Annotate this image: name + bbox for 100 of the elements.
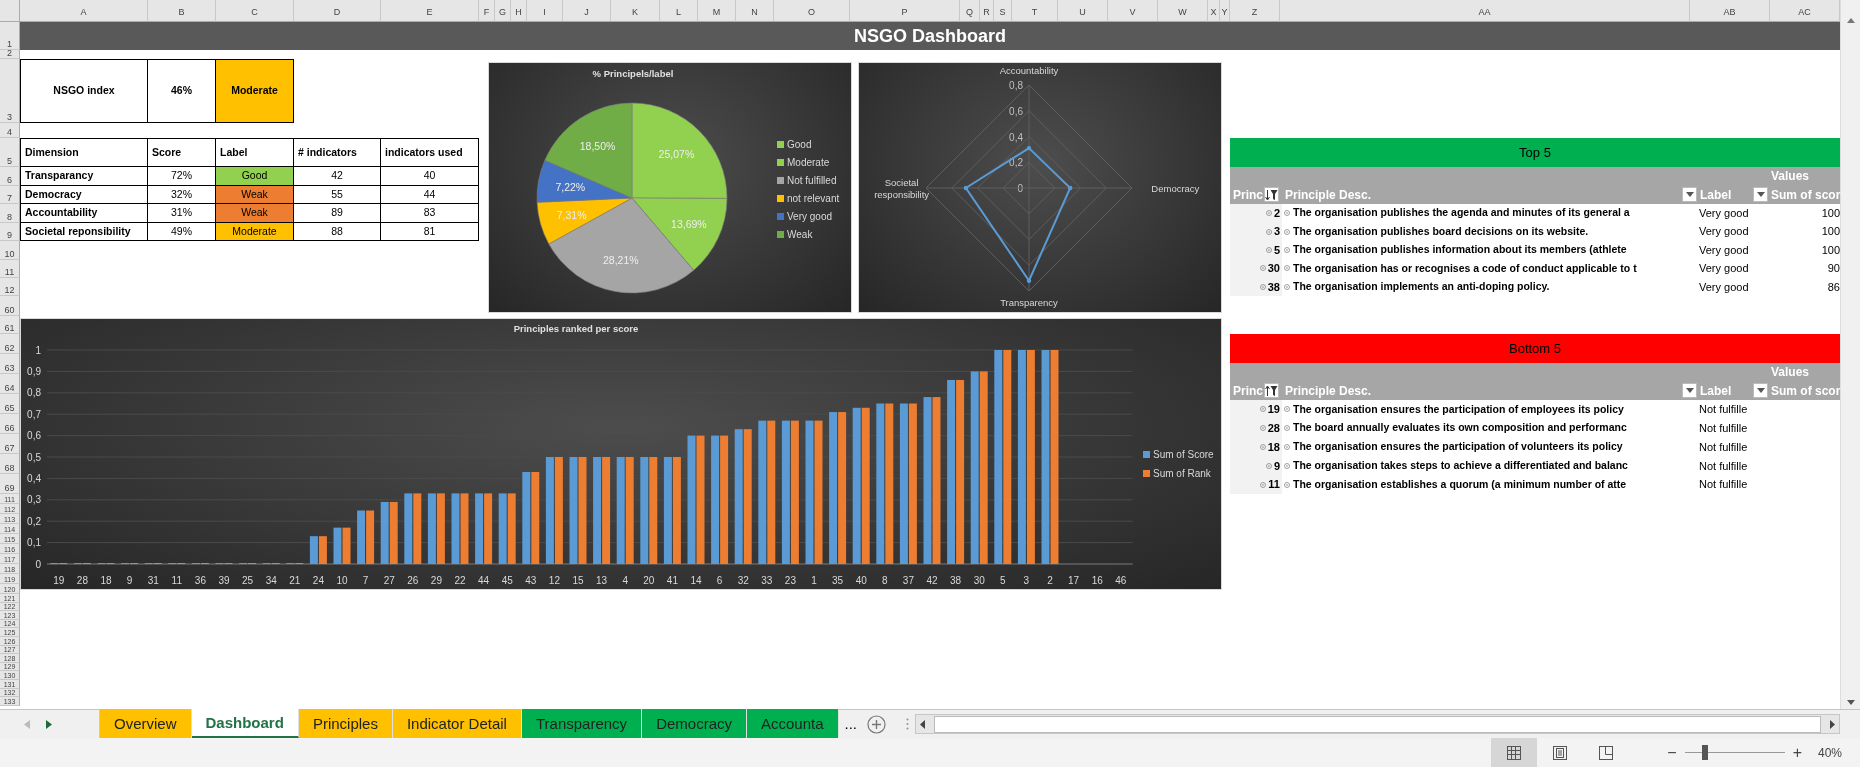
row-header[interactable]: 4: [0, 123, 20, 138]
column-header[interactable]: A: [20, 0, 148, 22]
sheet-tab[interactable]: Indicator Detail: [392, 709, 522, 738]
row-header[interactable]: 62: [0, 334, 20, 354]
expand-icon[interactable]: [1284, 228, 1290, 235]
column-header[interactable]: B: [148, 0, 216, 22]
row-header[interactable]: 61: [0, 316, 20, 334]
column-header[interactable]: S: [994, 0, 1012, 22]
column-header[interactable]: K: [611, 0, 660, 22]
expand-icon[interactable]: [1259, 406, 1266, 413]
row-header[interactable]: 8: [0, 204, 20, 223]
previous-sheet-icon[interactable]: [24, 719, 30, 729]
row-header[interactable]: 10: [0, 241, 20, 260]
expand-icon[interactable]: [1284, 283, 1290, 290]
expand-icon[interactable]: [1284, 247, 1290, 253]
sheet-tab[interactable]: Principles: [298, 709, 393, 738]
column-header[interactable]: T: [1012, 0, 1058, 22]
legend-swatch: [1143, 470, 1150, 477]
expand-icon[interactable]: [1284, 210, 1290, 217]
column-header[interactable]: F: [479, 0, 495, 22]
zoom-in-button[interactable]: +: [1784, 740, 1810, 765]
row-header[interactable]: 67: [0, 434, 20, 454]
add-sheet-icon[interactable]: [867, 714, 887, 734]
column-header[interactable]: AC: [1770, 0, 1840, 22]
dropdown-button[interactable]: [1682, 187, 1697, 202]
row-header[interactable]: 9: [0, 223, 20, 241]
column-header[interactable]: P: [850, 0, 960, 22]
normal-view-button[interactable]: [1491, 738, 1538, 767]
next-sheet-icon[interactable]: [46, 719, 52, 729]
expand-icon[interactable]: [1284, 265, 1290, 272]
dropdown-button[interactable]: [1682, 383, 1697, 398]
column-header[interactable]: C: [216, 0, 294, 22]
expand-icon[interactable]: [1260, 481, 1267, 488]
expand-icon[interactable]: [1259, 265, 1266, 272]
sort-filter-button[interactable]: [1264, 187, 1279, 202]
column-header[interactable]: X: [1208, 0, 1220, 22]
column-header[interactable]: D: [294, 0, 381, 22]
row-header[interactable]: 5: [0, 138, 20, 167]
expand-icon[interactable]: [1265, 247, 1272, 253]
column-header[interactable]: R: [980, 0, 994, 22]
expand-icon[interactable]: [1284, 481, 1290, 488]
row-header[interactable]: 11: [0, 260, 20, 278]
sheet-tab[interactable]: Dashboard: [191, 709, 299, 738]
row-header[interactable]: 12: [0, 278, 20, 296]
sheet-tab[interactable]: Accounta: [747, 709, 839, 738]
column-header[interactable]: I: [527, 0, 563, 22]
row-header[interactable]: 64: [0, 374, 20, 394]
row-header[interactable]: 1: [0, 22, 20, 50]
expand-icon[interactable]: [1259, 425, 1266, 432]
more-sheets-button[interactable]: ...: [838, 710, 864, 738]
column-header[interactable]: U: [1058, 0, 1108, 22]
zoom-out-button[interactable]: −: [1659, 740, 1685, 765]
row-header[interactable]: 65: [0, 394, 20, 414]
tick-label: 0,6: [27, 430, 41, 442]
column-header[interactable]: M: [698, 0, 736, 22]
row-header[interactable]: 7: [0, 186, 20, 204]
expand-icon[interactable]: [1284, 444, 1290, 450]
row-header[interactable]: 60: [0, 296, 20, 316]
splitter-handle[interactable]: [906, 718, 910, 730]
sheet-tab[interactable]: Democracy: [642, 709, 747, 738]
column-header[interactable]: Y: [1220, 0, 1230, 22]
expand-icon[interactable]: [1259, 283, 1266, 290]
column-header[interactable]: G: [495, 0, 511, 22]
expand-icon[interactable]: [1265, 228, 1272, 235]
expand-icon[interactable]: [1265, 462, 1272, 469]
column-header[interactable]: J: [563, 0, 611, 22]
column-header[interactable]: O: [774, 0, 850, 22]
column-header[interactable]: Q: [960, 0, 980, 22]
sheet-tab[interactable]: Overview: [100, 709, 192, 738]
expand-icon[interactable]: [1259, 444, 1266, 450]
expand-icon[interactable]: [1284, 425, 1290, 432]
column-header[interactable]: AA: [1280, 0, 1690, 22]
column-header[interactable]: AB: [1690, 0, 1770, 22]
slider-thumb[interactable]: [1701, 745, 1708, 760]
column-header[interactable]: Z: [1230, 0, 1280, 22]
expand-icon[interactable]: [1284, 462, 1290, 469]
expand-icon[interactable]: [1284, 406, 1290, 413]
column-header[interactable]: E: [381, 0, 479, 22]
dropdown-button[interactable]: [1753, 383, 1768, 398]
scroll-down-icon[interactable]: [1845, 699, 1856, 707]
row-header[interactable]: 66: [0, 414, 20, 434]
dropdown-button[interactable]: [1753, 187, 1768, 202]
vertical-scrollbar[interactable]: [1840, 0, 1860, 709]
principle-number: 11: [1268, 477, 1280, 493]
row-header[interactable]: 3: [0, 59, 20, 123]
row-header[interactable]: 63: [0, 354, 20, 374]
column-header[interactable]: V: [1108, 0, 1158, 22]
column-header[interactable]: L: [660, 0, 698, 22]
column-header[interactable]: H: [511, 0, 527, 22]
scroll-up-icon[interactable]: [1845, 16, 1856, 24]
column-header[interactable]: W: [1158, 0, 1208, 22]
row-header[interactable]: 6: [0, 167, 20, 186]
row-header[interactable]: 68: [0, 454, 20, 474]
expand-icon[interactable]: [1265, 210, 1272, 217]
column-header[interactable]: N: [736, 0, 774, 22]
row-header[interactable]: 69: [0, 474, 20, 494]
category-label: 40: [855, 575, 867, 586]
select-all-button[interactable]: [0, 0, 20, 22]
sheet-tab[interactable]: Transparency: [521, 709, 643, 738]
sort-filter-button[interactable]: [1264, 383, 1279, 398]
